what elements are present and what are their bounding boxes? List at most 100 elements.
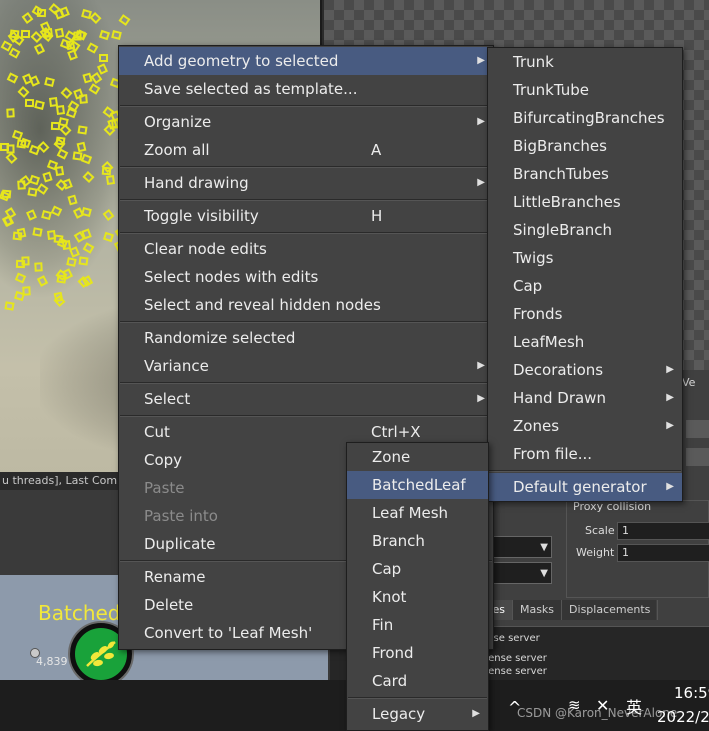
proxy-collision-group: Proxy collision Scale 1 Weight 1 [566,500,709,598]
menu-item-zone[interactable]: Zone [347,443,488,471]
menu-item-label: Cut [144,423,170,441]
menu-item-label: BigBranches [513,137,607,155]
menu-item-label: Legacy [372,705,426,723]
menu-item-littlebranches[interactable]: LittleBranches [488,188,682,216]
menu-item-branch[interactable]: Branch [347,527,488,555]
tab-masks[interactable]: Masks [513,600,563,620]
menu-item-label: Cap [513,277,543,295]
submenu-arrow-icon: ▶ [477,55,485,66]
leaf-outline [66,257,77,267]
submenu-arrow-icon: ▶ [666,420,674,431]
weight-label: Weight [576,546,615,559]
menu-item-randomize-selected[interactable]: Randomize selected [119,324,493,352]
menu-item-label: Convert to 'Leaf Mesh' [144,624,313,642]
menu-item-legacy[interactable]: Legacy ▶ [347,700,488,728]
leaf-outline [36,9,46,18]
leaf-outline [53,234,64,244]
menu-item-batchedleaf[interactable]: BatchedLeaf [347,471,488,499]
menu-item-trunktube[interactable]: TrunkTube [488,76,682,104]
menu-item-trunk[interactable]: Trunk [488,48,682,76]
menu-item-label: Rename [144,568,206,586]
menu-item-label: Add geometry to selected [144,52,339,70]
dropdown[interactable]: ▼ [490,562,552,584]
property-row[interactable] [686,448,709,466]
leaf-outline [56,105,66,116]
menu-item-hand-drawing[interactable]: Hand drawing ▶ [119,169,493,197]
menu-item-label: Trunk [513,53,554,71]
menu-item-select-and-reveal-hidden-nodes[interactable]: Select and reveal hidden nodes [119,291,493,319]
menu-item-label: Zone [372,448,411,466]
menu-item-label: Decorations [513,361,604,379]
menu-item-label: Save selected as template... [144,80,358,98]
leaf-outline [81,72,93,84]
chevron-down-icon: ▼ [540,568,548,579]
menu-item-frond[interactable]: Frond [347,639,488,667]
menu-item-variance[interactable]: Variance ▶ [119,352,493,380]
leaf-outline [48,97,58,108]
menu-item-label: BatchedLeaf [372,476,466,494]
menu-item-label: Branch [372,532,425,550]
menu-item-label: TrunkTube [513,81,589,99]
menu-item-toggle-visibility[interactable]: Toggle visibility H [119,202,493,230]
menu-item-organize[interactable]: Organize ▶ [119,108,493,136]
menu-item-knot[interactable]: Knot [347,583,488,611]
menu-item-bifurcatingbranches[interactable]: BifurcatingBranches [488,104,682,132]
menu-item-select[interactable]: Select ▶ [119,385,493,413]
leaf-outline [98,54,108,63]
scale-label: Scale [585,524,615,537]
property-row[interactable] [686,420,709,438]
menu-item-clear-node-edits[interactable]: Clear node edits [119,235,493,263]
leaf-outline [6,108,16,118]
menu-item-leafmesh[interactable]: LeafMesh [488,328,682,356]
menu-item-zones[interactable]: Zones ▶ [488,412,682,440]
menu-item-label: Frond [372,644,414,662]
menu-item-label: LeafMesh [513,333,585,351]
weight-field[interactable]: 1 [617,544,709,562]
menu-item-label: Organize [144,113,212,131]
menu-item-zoom-all[interactable]: Zoom all A [119,136,493,164]
menu-item-save-selected-as-template[interactable]: Save selected as template... [119,75,493,103]
menu-item-singlebranch[interactable]: SingleBranch [488,216,682,244]
menu-item-fin[interactable]: Fin [347,611,488,639]
scale-field[interactable]: 1 [617,522,709,540]
leaf-outline [101,166,112,176]
leaf-outline [76,141,87,153]
menu-item-label: BifurcatingBranches [513,109,665,127]
menu-item-label: Fronds [513,305,563,323]
menu-item-label: Hand drawing [144,174,249,192]
menu-item-from-file[interactable]: From file... [488,440,682,468]
menu-item-add-geometry-to-selected[interactable]: Add geometry to selected ▶ [119,47,493,75]
clock-time[interactable]: 16:59 [674,684,709,702]
menu-item-label: Leaf Mesh [372,504,449,522]
menu-item-hand-drawn[interactable]: Hand Drawn ▶ [488,384,682,412]
menu-item-label: LittleBranches [513,193,621,211]
menu-item-card[interactable]: Card [347,667,488,695]
menu-item-label: Copy [144,451,183,469]
submenu-arrow-icon: ▶ [666,481,674,492]
menu-item-branchtubes[interactable]: BranchTubes [488,160,682,188]
menu-item-label: Randomize selected [144,329,296,347]
leaf-outline [44,76,55,87]
leaf-outline [32,227,43,237]
leaf-outline [55,136,66,146]
menu-item-label: Clear node edits [144,240,267,258]
submenu-arrow-icon: ▶ [477,116,485,127]
menu-item-default-generator[interactable]: Default generator ▶ [488,473,682,501]
properties-tab[interactable]: Ve [682,376,695,389]
menu-item-label: Select [144,390,191,408]
menu-item-fronds[interactable]: Fronds [488,300,682,328]
menu-item-leaf-mesh[interactable]: Leaf Mesh [347,499,488,527]
menu-item-twigs[interactable]: Twigs [488,244,682,272]
submenu-arrow-icon: ▶ [666,364,674,375]
menu-item-label: Zoom all [144,141,210,159]
menu-item-select-nodes-with-edits[interactable]: Select nodes with edits [119,263,493,291]
menu-item-cap[interactable]: Cap [347,555,488,583]
dropdown[interactable]: ▼ [490,536,552,558]
menu-item-decorations[interactable]: Decorations ▶ [488,356,682,384]
menu-item-cap[interactable]: Cap [488,272,682,300]
menu-item-label: Fin [372,616,394,634]
tab-displacements[interactable]: Displacements [562,600,659,620]
menu-item-bigbranches[interactable]: BigBranches [488,132,682,160]
leaf-outline [105,175,116,186]
leaf-outline [21,29,31,38]
